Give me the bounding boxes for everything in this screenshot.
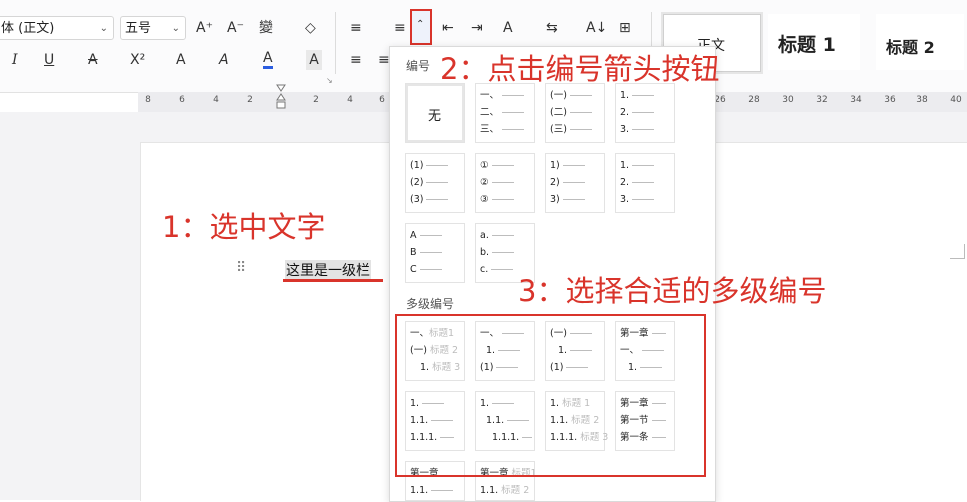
ruler-tick: 32 xyxy=(816,95,828,105)
numbering-section-title: 编号 xyxy=(406,59,431,73)
highlight-icon[interactable]: A xyxy=(219,50,229,70)
text-underline-mark xyxy=(283,279,383,282)
style-heading-1-label: 标题 1 xyxy=(778,34,836,56)
numbering-option[interactable]: 1) 2) 3) xyxy=(545,153,605,213)
annotation-step1: 1：选中文字 xyxy=(162,210,326,244)
multilevel-highlight-box xyxy=(395,314,706,477)
list-marker: ① xyxy=(480,160,489,171)
align-center-icon[interactable]: ≡ xyxy=(378,50,390,70)
list-marker: (1) xyxy=(410,160,424,171)
list-marker: 1.1. xyxy=(480,485,499,496)
list-marker: 2. xyxy=(620,177,630,188)
numbering-none[interactable]: 无 xyxy=(405,83,465,143)
list-marker: 三、 xyxy=(480,124,500,135)
list-marker: 1) xyxy=(550,160,560,171)
numbering-option[interactable]: A B C xyxy=(405,223,465,283)
list-marker: 一、 xyxy=(480,90,500,101)
list-marker: a. xyxy=(480,230,489,241)
clear-format-icon[interactable]: ◇ xyxy=(305,18,316,38)
numbering-none-label: 无 xyxy=(428,109,442,124)
superscript-button[interactable]: X² xyxy=(130,50,145,70)
font-size-value: 五号 xyxy=(125,21,152,36)
strikethrough-button[interactable]: A xyxy=(88,50,98,70)
list-marker: A xyxy=(410,230,417,241)
toolbar-divider xyxy=(335,12,336,74)
heading-sample: 标题 2 xyxy=(501,485,530,496)
numbering-option[interactable]: (1) (2) (3) xyxy=(405,153,465,213)
list-marker: 1. xyxy=(620,90,630,101)
selected-text[interactable]: 这里是一级栏 xyxy=(285,260,371,280)
numbering-option[interactable]: ① ② ③ xyxy=(475,153,535,213)
underline-button[interactable]: U xyxy=(44,50,54,70)
list-marker: 1. xyxy=(620,160,630,171)
chevron-down-icon: ⌄ xyxy=(171,23,180,34)
list-marker: 2) xyxy=(550,177,560,188)
font-family-select[interactable]: 体 (正文) ⌄ xyxy=(0,16,114,40)
drag-handle-icon[interactable]: ⠿ xyxy=(236,260,247,276)
list-marker: 1.1. xyxy=(410,485,429,496)
chevron-up-icon: ⌃ xyxy=(416,19,425,30)
ruler-tick: 4 xyxy=(213,95,219,105)
ruler-tick: 6 xyxy=(179,95,185,105)
ruler-tick: 28 xyxy=(748,95,760,105)
list-marker: 3. xyxy=(620,124,630,135)
multilevel-section-title: 多级编号 xyxy=(406,297,455,311)
font-family-value: 体 (正文) xyxy=(1,21,55,36)
annotation-step3: 3：选择合适的多级编号 xyxy=(518,274,827,308)
margin-corner-mark xyxy=(950,244,965,259)
increase-indent-icon[interactable]: ⇥ xyxy=(471,18,483,38)
ruler-tick: 2 xyxy=(247,95,253,105)
list-marker: C xyxy=(410,264,417,275)
text-direction-icon[interactable]: A xyxy=(503,18,513,38)
table-border-icon[interactable]: ⊞ xyxy=(619,18,631,38)
ruler-tick: 34 xyxy=(850,95,862,105)
chevron-down-icon: ⌄ xyxy=(99,23,108,34)
style-heading-1[interactable]: 标题 1 xyxy=(768,14,860,70)
ruler-tick: 2 xyxy=(313,95,319,105)
numbered-list-icon[interactable]: ≡ xyxy=(394,18,406,38)
ruler-tick: 40 xyxy=(950,95,962,105)
list-marker: B xyxy=(410,247,417,258)
sort-icon[interactable]: A↓ xyxy=(586,18,607,38)
list-marker: ② xyxy=(480,177,489,188)
numbering-option[interactable]: 一、 二、 三、 xyxy=(475,83,535,143)
list-marker: (2) xyxy=(410,177,424,188)
list-marker: (三) xyxy=(550,124,567,135)
decrease-indent-icon[interactable]: ⇤ xyxy=(442,18,454,38)
list-marker: 二、 xyxy=(480,107,500,118)
ruler-tick: 30 xyxy=(782,95,794,105)
expand-group-icon[interactable]: ↘ xyxy=(326,76,333,85)
font-size-select[interactable]: 五号 ⌄ xyxy=(120,16,186,40)
align-left-icon[interactable]: ≡ xyxy=(350,50,362,70)
style-heading-2[interactable]: 标题 2 xyxy=(876,14,964,70)
list-marker: 3. xyxy=(620,194,630,205)
numbering-option[interactable]: (一) (二) (三) xyxy=(545,83,605,143)
line-spacing-icon[interactable]: ⇆ xyxy=(546,18,558,38)
list-marker: (二) xyxy=(550,107,567,118)
list-marker: (3) xyxy=(410,194,424,205)
ruler-tick: 8 xyxy=(145,95,151,105)
list-marker: ③ xyxy=(480,194,489,205)
list-marker: 3) xyxy=(550,194,560,205)
list-marker: c. xyxy=(480,264,489,275)
numbering-option[interactable]: 1. 2. 3. xyxy=(615,153,675,213)
bullet-list-icon[interactable]: ≡ xyxy=(350,18,362,38)
style-heading-2-label: 标题 2 xyxy=(886,38,935,57)
ruler-tick: 38 xyxy=(916,95,928,105)
list-marker: b. xyxy=(480,247,490,258)
ruler-tick: 4 xyxy=(347,95,353,105)
text-effect-icon[interactable]: A xyxy=(176,50,186,70)
numbering-option[interactable]: 1. 2. 3. xyxy=(615,83,675,143)
char-shading-icon[interactable]: A xyxy=(306,50,322,70)
list-marker: (一) xyxy=(550,90,567,101)
phonetic-guide-icon[interactable]: 變 xyxy=(259,18,273,38)
ruler-tick: 36 xyxy=(884,95,896,105)
grow-font-icon[interactable]: A⁺ xyxy=(196,18,213,38)
italic-button[interactable]: I xyxy=(12,50,18,70)
shrink-font-icon[interactable]: A⁻ xyxy=(227,18,244,38)
list-marker: 2. xyxy=(620,107,630,118)
font-color-icon[interactable]: A xyxy=(263,50,273,69)
annotation-step2: 2：点击编号箭头按钮 xyxy=(440,52,720,86)
numbering-arrow-button[interactable]: ⌃ xyxy=(410,9,432,45)
